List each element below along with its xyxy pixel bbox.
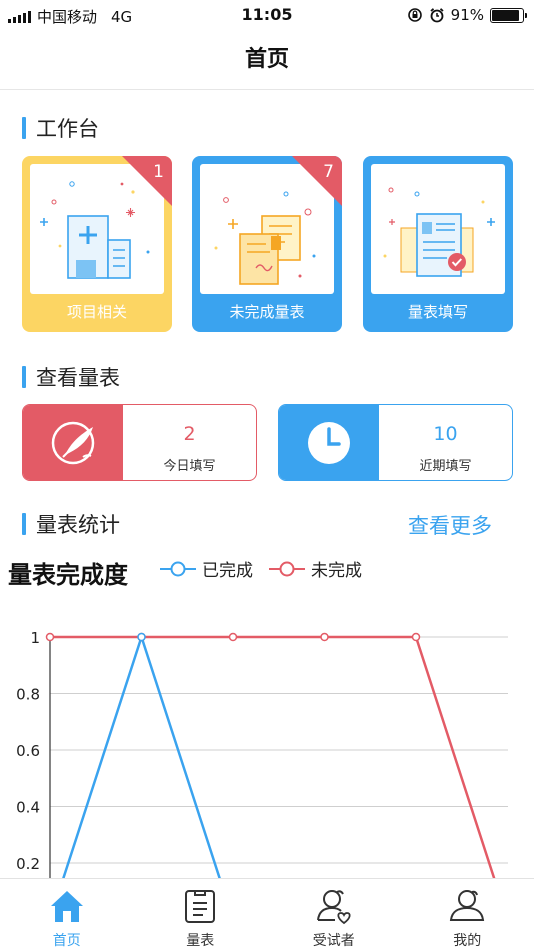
data-point-uncompleted[interactable] [320,632,329,642]
fill-scale-card[interactable]: 量表填写 [363,156,513,332]
tab-scales[interactable]: 量表 [134,879,268,950]
profile-user-icon [450,890,485,921]
unfinished-scales-card[interactable]: 7 未完成量表 [192,156,342,332]
status-right: 91% [407,6,527,24]
fill-scale-card-label: 量表填写 [407,303,468,321]
clipboard-icon [185,890,216,923]
tab-home[interactable]: 首页 [0,879,134,950]
y-tick-label: 0.6 [16,742,40,760]
badge-ribbon [122,156,172,206]
series-line-completed [62,632,221,878]
recent-count: 10 [433,423,458,445]
status-bar: 中国移动 4G 11:05 91% [0,0,534,30]
page-title: 首页 [244,47,289,72]
workbench-cards: 1 项目相关 7 未完成量表 量表填写 [22,156,514,332]
today-filled-button[interactable]: 2 今日填写 [22,404,257,481]
stats-section-title: 量表统计 [22,511,120,537]
project-badge-count: 1 [153,162,164,182]
legend-label-completed: 已完成 [202,561,253,581]
view-scales-section-title: 查看量表 [22,364,120,390]
section-marker [22,513,26,535]
form-fill-icon [383,187,495,277]
battery-icon [490,7,527,23]
fill-scale-card-illustration [371,164,505,294]
chart-legend: 已完成 未完成 [160,556,362,581]
today-count: 2 [183,423,196,445]
unfinished-card-label: 未完成量表 [229,303,305,321]
y-tick-label: 1 [30,629,40,647]
clock-icon [308,422,350,464]
tab-profile-label: 我的 [453,933,482,949]
data-point-completed[interactable] [137,632,146,642]
tab-bar: 首页 量表 受试者 我的 [0,878,534,950]
rotation-lock-icon [407,8,422,22]
recent-label: 近期填写 [419,459,472,474]
feather-pen-icon [51,421,95,465]
tab-home-label: 首页 [52,933,81,949]
project-card-label: 项目相关 [66,303,127,321]
y-tick-label: 0.2 [16,855,40,873]
view-more-link[interactable]: 查看更多 [408,510,492,540]
recent-filled-button[interactable]: 10 近期填写 [278,404,513,481]
alarm-icon [430,8,444,23]
tab-scales-label: 量表 [186,933,215,949]
recent-icon-panel [279,405,379,480]
nav-bar: 首页 [0,30,534,90]
chart-title: 量表完成度 [8,561,128,589]
tab-subjects-label: 受试者 [312,933,355,949]
legend-marker-completed [160,561,196,576]
stats-title: 量表统计 [36,513,120,537]
legend-item-uncompleted[interactable]: 未完成 [269,556,362,581]
data-point-uncompleted[interactable] [411,632,421,642]
completion-line-chart: 1 0.8 0.6 0.4 0.2 [16,629,508,878]
unfinished-badge-count: 7 [323,162,334,182]
tab-profile[interactable]: 我的 [401,879,534,950]
view-scales-title: 查看量表 [36,366,120,390]
series-line-uncompleted [50,635,496,878]
data-point-uncompleted[interactable] [228,632,238,642]
home-icon [50,891,83,922]
workbench-section-title: 工作台 [22,115,99,141]
battery-percent: 91% [450,6,484,24]
workbench-title: 工作台 [36,117,99,141]
y-tick-label: 0.4 [16,799,40,817]
project-card[interactable]: 1 项目相关 [22,156,172,332]
legend-item-completed[interactable]: 已完成 [160,556,253,581]
section-marker [22,366,26,388]
badge-ribbon [292,156,342,206]
legend-marker-uncompleted [269,561,305,576]
subject-user-heart-icon [316,890,351,925]
tab-subjects[interactable]: 受试者 [267,879,401,950]
y-tick-label: 0.8 [16,686,40,704]
legend-label-uncompleted: 未完成 [311,561,362,581]
data-point-uncompleted[interactable] [45,632,55,642]
today-icon-panel [23,405,123,480]
section-marker [22,117,26,139]
today-label: 今日填写 [163,459,216,474]
